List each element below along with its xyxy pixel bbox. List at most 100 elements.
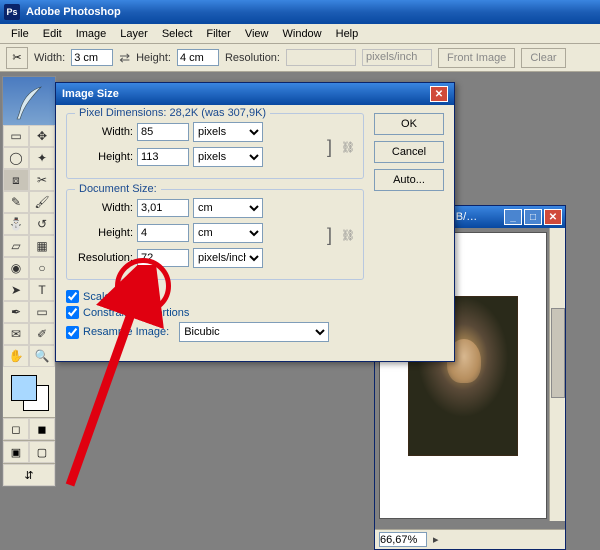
menu-file[interactable]: File [4, 26, 36, 42]
marquee-tool-icon[interactable]: ▭ [3, 125, 29, 147]
foreground-color-swatch[interactable] [11, 375, 37, 401]
doc-height-unit[interactable]: cm [193, 223, 263, 243]
constrain-checkbox[interactable]: Constrain Proportions [66, 306, 364, 319]
dialog-checkboxes: Scale Styles Constrain Proportions Resam… [66, 290, 364, 342]
screen-mode-1-icon[interactable]: ▣ [3, 441, 29, 463]
quickmask-on-icon[interactable]: ◼ [29, 418, 55, 440]
zoom-tool-icon[interactable]: 🔍 [29, 345, 55, 367]
crop-tool-icon-2[interactable]: ⧈ [3, 169, 29, 191]
wand-tool-icon[interactable]: ✦ [29, 147, 55, 169]
feather-icon [3, 77, 55, 125]
maximize-icon[interactable]: □ [524, 209, 542, 225]
minimize-icon[interactable]: _ [504, 209, 522, 225]
doc-size-label: Document Size: [75, 183, 161, 195]
gradient-tool-icon[interactable]: ▦ [29, 235, 55, 257]
menu-select[interactable]: Select [155, 26, 200, 42]
path-tool-icon[interactable]: ➤ [3, 279, 29, 301]
dialog-title: Image Size [62, 88, 119, 100]
pen-tool-icon[interactable]: ✒ [3, 301, 29, 323]
options-height-input[interactable] [177, 49, 219, 66]
statusbar-arrow-icon[interactable]: ▸ [433, 533, 439, 546]
scroll-thumb[interactable] [551, 308, 565, 398]
pixel-dim-value: 28,2K (was 307,9K) [169, 107, 266, 119]
imageready-icon[interactable]: ⇵ [3, 464, 55, 486]
history-brush-icon[interactable]: ↺ [29, 213, 55, 235]
notes-tool-icon[interactable]: ✉ [3, 323, 29, 345]
pixel-dimensions-group: Pixel Dimensions: 28,2K (was 307,9K) Wid… [66, 113, 364, 179]
menu-view[interactable]: View [238, 26, 276, 42]
menu-image[interactable]: Image [69, 26, 114, 42]
slice-tool-icon[interactable]: ✂ [29, 169, 55, 191]
type-tool-icon[interactable]: T [29, 279, 55, 301]
doc-width-input[interactable] [137, 199, 189, 217]
auto-button[interactable]: Auto... [374, 169, 444, 191]
brush-tool-icon[interactable]: 🖌 [29, 191, 55, 213]
shape-tool-icon[interactable]: ▭ [29, 301, 55, 323]
options-resolution-input [286, 49, 356, 66]
hand-tool-icon[interactable]: ✋ [3, 345, 29, 367]
doc-chain-icon[interactable]: ⛓ [341, 229, 355, 242]
doc-height-input[interactable] [137, 224, 189, 242]
options-resolution-label: Resolution: [225, 52, 280, 64]
resolution-unit[interactable]: pixels/inch [193, 248, 263, 268]
menu-filter[interactable]: Filter [199, 26, 237, 42]
doc-width-unit[interactable]: cm [193, 198, 263, 218]
ok-button[interactable]: OK [374, 113, 444, 135]
px-height-input[interactable] [137, 148, 189, 166]
lasso-tool-icon[interactable]: ◯ [3, 147, 29, 169]
doc-height-label: Height: [75, 227, 133, 239]
cancel-button[interactable]: Cancel [374, 141, 444, 163]
move-tool-icon[interactable]: ✥ [29, 125, 55, 147]
close-icon[interactable]: ✕ [544, 209, 562, 225]
clear-button[interactable]: Clear [521, 48, 565, 68]
dialog-titlebar[interactable]: Image Size ✕ [56, 83, 454, 105]
vertical-scrollbar[interactable] [549, 228, 565, 521]
menu-window[interactable]: Window [276, 26, 329, 42]
image-size-dialog: Image Size ✕ Pixel Dimensions: 28,2K (wa… [55, 82, 455, 362]
menu-edit[interactable]: Edit [36, 26, 69, 42]
heal-tool-icon[interactable]: ✎ [3, 191, 29, 213]
options-width-label: Width: [34, 52, 65, 64]
toolbox: ▭ ✥ ◯ ✦ ⧈ ✂ ✎ 🖌 ⛄ ↺ ▱ ▦ ◉ ○ ➤ T ✒ ▭ ✉ ✐ … [2, 76, 56, 487]
px-width-label: Width: [75, 126, 133, 138]
document-size-group: Document Size: Width: cm Height: cm [66, 189, 364, 280]
doc-width-label: Width: [75, 202, 133, 214]
doc-link-bracket-icon: ] [327, 198, 341, 273]
app-titlebar: Ps Adobe Photoshop [0, 0, 600, 24]
resolution-label: Resolution: [75, 252, 133, 264]
resolution-input[interactable] [137, 249, 189, 267]
options-width-input[interactable] [71, 49, 113, 66]
menu-layer[interactable]: Layer [113, 26, 155, 42]
tools-grid: ▭ ✥ ◯ ✦ ⧈ ✂ ✎ 🖌 ⛄ ↺ ▱ ▦ ◉ ○ ➤ T ✒ ▭ ✉ ✐ … [3, 125, 55, 367]
menu-help[interactable]: Help [329, 26, 366, 42]
resample-checkbox[interactable]: Resample Image: Bicubic [66, 322, 364, 342]
px-height-label: Height: [75, 151, 133, 163]
options-height-label: Height: [136, 52, 171, 64]
quickmask-off-icon[interactable]: ◻ [3, 418, 29, 440]
eraser-tool-icon[interactable]: ▱ [3, 235, 29, 257]
document-statusbar: ▸ [375, 529, 565, 549]
dodge-tool-icon[interactable]: ○ [29, 257, 55, 279]
stamp-tool-icon[interactable]: ⛄ [3, 213, 29, 235]
options-resolution-unit: pixels/inch [362, 49, 432, 66]
px-height-unit[interactable]: pixels [193, 147, 263, 167]
px-link-bracket-icon: ] [327, 122, 341, 172]
resample-method-select[interactable]: Bicubic [179, 322, 329, 342]
options-bar: ✂ Width: ⇄ Height: Resolution: pixels/in… [0, 44, 600, 72]
screen-mode-2-icon[interactable]: ▢ [29, 441, 55, 463]
pixel-dim-label: Pixel Dimensions: [79, 107, 166, 119]
dialog-close-icon[interactable]: ✕ [430, 86, 448, 102]
px-width-input[interactable] [137, 123, 189, 141]
scale-styles-checkbox[interactable]: Scale Styles [66, 290, 364, 303]
color-swatches [3, 367, 55, 417]
px-width-unit[interactable]: pixels [193, 122, 263, 142]
blur-tool-icon[interactable]: ◉ [3, 257, 29, 279]
swap-icon[interactable]: ⇄ [119, 50, 130, 66]
zoom-input[interactable] [379, 532, 427, 547]
px-chain-icon[interactable]: ⛓ [341, 141, 355, 154]
front-image-button[interactable]: Front Image [438, 48, 515, 68]
app-title: Adobe Photoshop [26, 6, 121, 18]
crop-tool-icon[interactable]: ✂ [6, 47, 28, 69]
eyedropper-tool-icon[interactable]: ✐ [29, 323, 55, 345]
menubar: File Edit Image Layer Select Filter View… [0, 24, 600, 44]
